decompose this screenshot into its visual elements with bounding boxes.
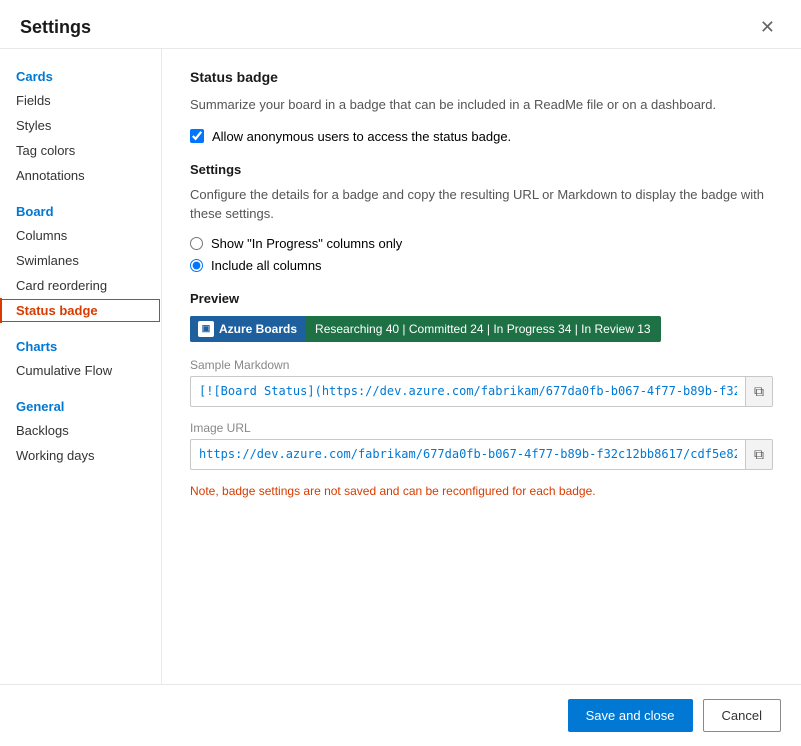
settings-heading: Settings <box>190 162 773 177</box>
radio-in-progress[interactable] <box>190 237 203 250</box>
sidebar-item-cumulative-flow[interactable]: Cumulative Flow <box>0 358 161 383</box>
sidebar-item-status-badge[interactable]: Status badge <box>0 298 161 323</box>
sidebar-section-general[interactable]: General <box>0 391 161 418</box>
dialog-header: Settings ✕ <box>0 0 801 49</box>
radio-in-progress-row: Show "In Progress" columns only <box>190 236 773 251</box>
settings-dialog: Settings ✕ Cards Fields Styles Tag color… <box>0 0 801 746</box>
close-button[interactable]: ✕ <box>754 16 781 38</box>
sample-markdown-group: Sample Markdown ⧉ <box>190 358 773 407</box>
dialog-title: Settings <box>20 17 91 38</box>
sidebar-item-backlogs[interactable]: Backlogs <box>0 418 161 443</box>
dialog-footer: Save and close Cancel <box>0 684 801 746</box>
badge-logo: ▣ Azure Boards <box>190 316 305 342</box>
radio-all-columns-row: Include all columns <box>190 258 773 273</box>
anonymous-access-checkbox[interactable] <box>190 129 204 143</box>
sidebar-item-fields[interactable]: Fields <box>0 88 161 113</box>
note-text: Note, badge settings are not saved and c… <box>190 484 773 498</box>
section-title: Status badge <box>190 69 773 85</box>
azure-boards-icon: ▣ <box>198 321 214 337</box>
image-url-input[interactable] <box>191 441 745 467</box>
sidebar-item-card-reordering[interactable]: Card reordering <box>0 273 161 298</box>
sample-markdown-input[interactable] <box>191 378 745 404</box>
preview-heading: Preview <box>190 291 773 306</box>
badge-status-text: Researching 40 | Committed 24 | In Progr… <box>305 317 661 341</box>
sidebar-section-charts[interactable]: Charts <box>0 331 161 358</box>
sidebar-section-cards[interactable]: Cards <box>0 61 161 88</box>
sidebar-item-swimlanes[interactable]: Swimlanes <box>0 248 161 273</box>
image-url-label: Image URL <box>190 421 773 435</box>
radio-all-columns-label: Include all columns <box>211 258 322 273</box>
anonymous-access-label: Allow anonymous users to access the stat… <box>212 129 511 144</box>
sidebar: Cards Fields Styles Tag colors Annotatio… <box>0 49 162 684</box>
cancel-button[interactable]: Cancel <box>703 699 781 732</box>
radio-all-columns[interactable] <box>190 259 203 272</box>
dialog-body: Cards Fields Styles Tag colors Annotatio… <box>0 49 801 684</box>
sidebar-section-board[interactable]: Board <box>0 196 161 223</box>
copy-url-button[interactable]: ⧉ <box>745 440 772 469</box>
sidebar-item-columns[interactable]: Columns <box>0 223 161 248</box>
main-content: Status badge Summarize your board in a b… <box>162 49 801 684</box>
image-url-group: Image URL ⧉ <box>190 421 773 470</box>
badge-logo-text: Azure Boards <box>219 322 297 336</box>
image-url-input-row: ⧉ <box>190 439 773 470</box>
sample-markdown-input-row: ⧉ <box>190 376 773 407</box>
sidebar-item-working-days[interactable]: Working days <box>0 443 161 468</box>
description-text: Summarize your board in a badge that can… <box>190 95 773 115</box>
column-radio-group: Show "In Progress" columns only Include … <box>190 236 773 273</box>
sidebar-item-styles[interactable]: Styles <box>0 113 161 138</box>
anonymous-access-row: Allow anonymous users to access the stat… <box>190 129 773 144</box>
badge-preview: ▣ Azure Boards Researching 40 | Committe… <box>190 316 661 342</box>
sidebar-item-annotations[interactable]: Annotations <box>0 163 161 188</box>
sidebar-item-tag-colors[interactable]: Tag colors <box>0 138 161 163</box>
copy-markdown-button[interactable]: ⧉ <box>745 377 772 406</box>
settings-description: Configure the details for a badge and co… <box>190 185 773 224</box>
radio-in-progress-label: Show "In Progress" columns only <box>211 236 402 251</box>
sample-markdown-label: Sample Markdown <box>190 358 773 372</box>
save-and-close-button[interactable]: Save and close <box>568 699 693 732</box>
